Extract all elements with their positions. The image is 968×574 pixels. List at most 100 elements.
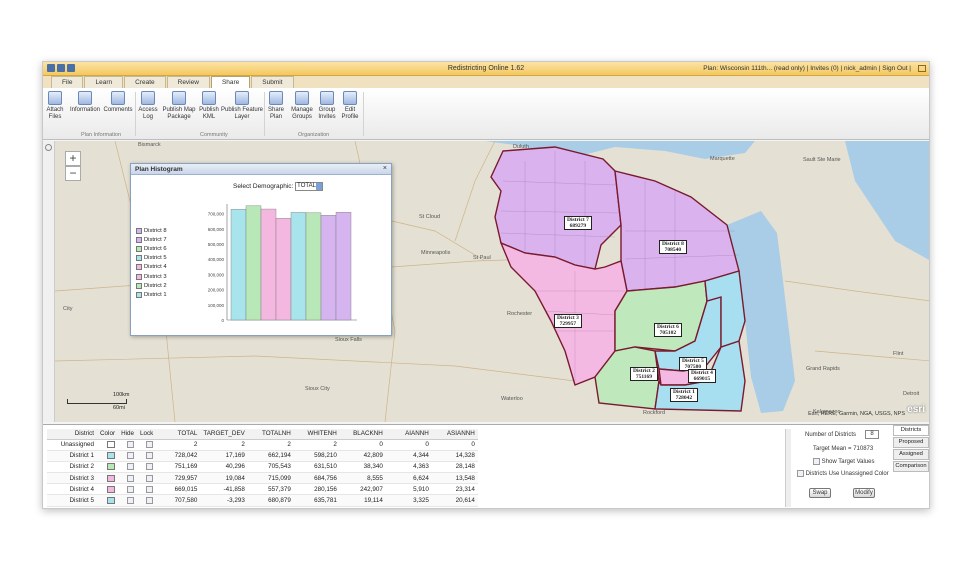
lock-checkbox[interactable] [146,485,154,493]
col-blacknh[interactable]: BLACKNH [339,429,386,440]
col-target-dev[interactable]: TARGET_DEV [200,429,248,440]
lock-cell[interactable] [137,450,157,462]
side-tab-assigned[interactable]: Assigned [893,449,929,460]
aiannh-cell: 3,325 [385,494,432,507]
hide-checkbox[interactable] [127,463,135,471]
side-tab-districts[interactable]: Districts [893,425,929,436]
publish-map-package-button[interactable]: Publish Map Package [161,91,197,121]
color-cell[interactable] [97,472,119,485]
hide-cell[interactable] [118,461,138,474]
color-swatch[interactable] [107,474,116,482]
lock-cell[interactable] [137,483,157,496]
target-dev-cell: 40,296 [200,461,248,474]
tab-file[interactable]: File [51,76,84,88]
lock-checkbox[interactable] [146,474,154,482]
tab-share[interactable]: Share [210,76,251,88]
hide-cell[interactable] [118,450,138,462]
histogram-header[interactable]: Plan Histogram × [131,164,391,175]
lock-cell[interactable] [137,439,157,451]
city-label: Minneapolis [421,250,451,256]
information-button[interactable]: Information [69,91,101,114]
side-tab-proposed[interactable]: Proposed [893,437,929,448]
hide-cell[interactable] [118,494,138,507]
table-row[interactable]: District 4 669,015 -41,858 557,379 280,156 24… [47,483,478,496]
lock-cell[interactable] [137,494,157,507]
hide-checkbox[interactable] [127,496,135,504]
hide-cell[interactable] [118,439,138,451]
plan-histogram-dialog[interactable]: Plan Histogram × Select Demographic: TOTA… [130,163,392,336]
color-swatch[interactable] [107,485,116,493]
demographic-select[interactable]: TOTAL [295,182,324,191]
col-district[interactable]: District [47,429,97,440]
col-hide[interactable]: Hide [118,429,138,440]
modify-button[interactable]: Modify [853,488,875,498]
col-total[interactable]: TOTAL [156,429,201,440]
tab-learn[interactable]: Learn [84,76,124,88]
hide-checkbox[interactable] [127,485,135,493]
whitenh-cell: 635,781 [293,494,340,507]
hide-cell[interactable] [118,483,138,496]
group-invites-button[interactable]: Group Invites [316,91,338,121]
access-log-button[interactable]: Access Log [137,91,159,121]
collapse-icon[interactable] [45,144,52,151]
tab-review[interactable]: Review [166,76,210,88]
tab-create[interactable]: Create [124,76,166,88]
publish-kml-button[interactable]: Publish KML [198,91,220,121]
swap-button[interactable]: Swap [809,488,831,498]
color-cell[interactable] [97,439,119,451]
asiannh-cell: 28,148 [431,461,478,474]
attach-files-button[interactable]: Attach Files [46,91,64,121]
lock-cell[interactable] [137,461,157,474]
ribbon-separator [363,92,364,136]
col-whitenh[interactable]: WHITENH [293,429,340,440]
zoom-out-button[interactable]: − [65,166,81,181]
manage-groups-button[interactable]: Manage Groups [290,91,314,121]
color-cell[interactable] [97,450,119,462]
window-maximize-icon[interactable] [918,65,926,72]
lock-checkbox[interactable] [146,496,154,504]
color-swatch[interactable] [107,463,116,471]
table-row[interactable]: Unassigned 2 2 2 2 0 0 0 [47,439,478,451]
num-districts-input[interactable]: 8 [865,430,879,439]
table-row[interactable]: District 1 728,042 17,169 662,194 598,210 42,… [47,450,478,462]
col-asiannh[interactable]: ASIANNH [431,429,478,440]
color-swatch[interactable] [107,496,116,504]
demographic-label: Select Demographic: [233,183,294,191]
table-row[interactable]: District 3 729,957 19,084 715,099 684,756 8,5… [47,472,478,485]
edit-profile-button[interactable]: Edit Profile [339,91,361,121]
col-lock[interactable]: Lock [137,429,157,440]
tab-submit[interactable]: Submit [251,76,294,88]
col-totalnh[interactable]: TOTALNH [247,429,294,440]
lock-checkbox[interactable] [146,463,154,471]
lock-checkbox[interactable] [146,441,154,448]
table-row[interactable]: District 5 707,580 -3,293 680,879 635,781 19,… [47,494,478,507]
hide-checkbox[interactable] [127,452,135,460]
district-name-cell: District 2 [47,461,97,474]
show-target-checkbox[interactable] [813,458,820,465]
side-tab-comparison[interactable]: Comparison [893,461,929,472]
close-icon[interactable]: × [383,165,387,172]
use-unassigned-checkbox[interactable] [797,470,804,477]
zoom-in-button[interactable]: + [65,151,81,166]
publish-feature-layer-button[interactable]: Publish Feature Layer [221,91,263,121]
color-cell[interactable] [97,461,119,474]
account-links[interactable]: Plan: Wisconsin 111th... (read only) | I… [703,65,911,72]
aiannh-cell: 6,624 [385,472,432,485]
table-scrollbar[interactable] [785,429,791,507]
color-swatch[interactable] [107,441,116,448]
totalnh-cell: 2 [247,439,294,451]
col-color[interactable]: Color [97,429,119,440]
legend-label: District 3 [144,273,167,280]
lock-checkbox[interactable] [146,452,154,460]
table-row[interactable]: District 2 751,169 40,296 705,543 631,510 38,… [47,461,478,474]
comments-button[interactable]: Comments [103,91,133,114]
color-swatch[interactable] [107,452,116,460]
col-aiannh[interactable]: AIANNH [385,429,432,440]
color-cell[interactable] [97,494,119,507]
hide-checkbox[interactable] [127,474,135,482]
lock-cell[interactable] [137,472,157,485]
color-cell[interactable] [97,483,119,496]
hide-cell[interactable] [118,472,138,485]
share-plan-button[interactable]: Share Plan [266,91,286,121]
hide-checkbox[interactable] [127,441,135,448]
